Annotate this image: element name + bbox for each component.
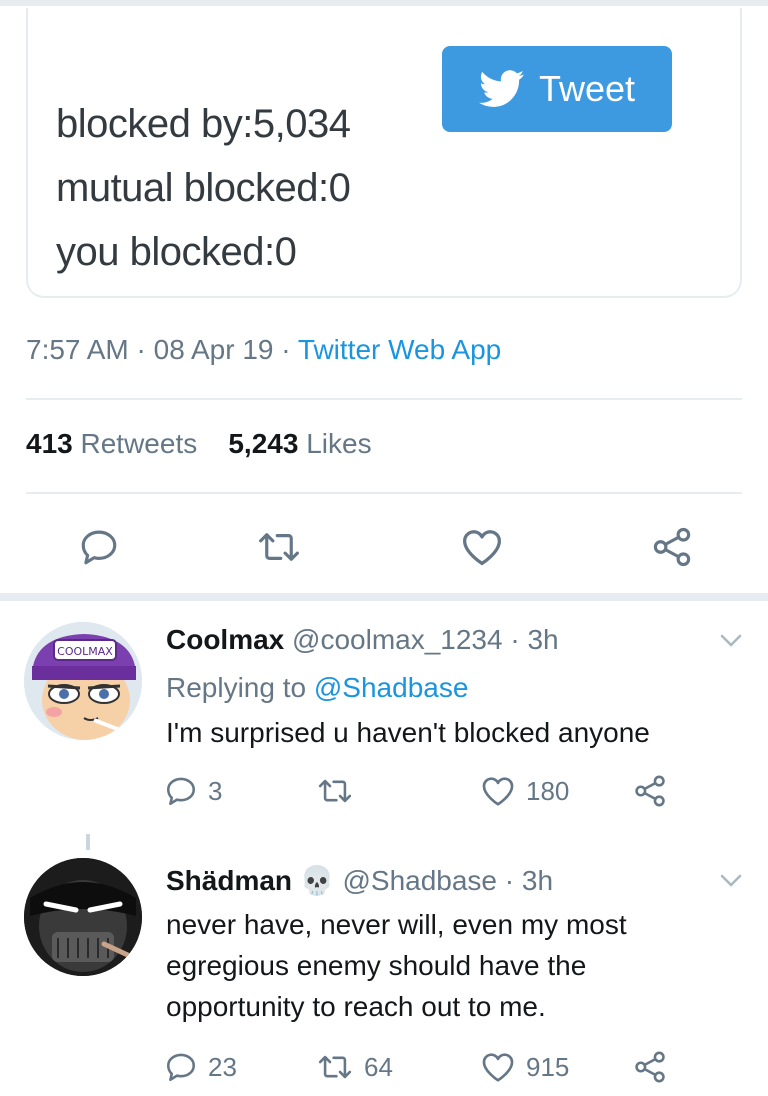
like-icon <box>463 530 501 566</box>
coolmax-avatar-image: COOLMAX <box>24 622 142 740</box>
like-count: 915 <box>526 1051 570 1082</box>
tweet-meta: 7:57 AM · 08 Apr 19 · Twitter Web App <box>26 334 501 366</box>
share-button[interactable] <box>650 526 694 568</box>
replying-to: Replying to @Shadbase <box>166 672 468 704</box>
likes-count: 5,243 <box>228 428 299 459</box>
share-icon <box>635 1051 665 1083</box>
retweets-stat[interactable]: 413 Retweets <box>26 428 197 459</box>
reply-text: never have, never will, even my most egr… <box>166 904 627 1027</box>
like-button[interactable]: 915 <box>480 1050 569 1084</box>
you-blocked-text: you blocked:0 <box>56 230 297 274</box>
display-name[interactable]: Shädman <box>166 865 292 896</box>
retweets-label: Retweets <box>80 428 198 459</box>
reply-icon <box>166 777 196 806</box>
reply-icon <box>81 530 117 565</box>
like-button[interactable] <box>460 526 504 568</box>
replying-to-label: Replying to <box>166 672 314 703</box>
avatar[interactable] <box>24 858 142 976</box>
tweet-time: 7:57 AM <box>26 334 129 365</box>
reply-header: Coolmax @coolmax_1234 · 3h <box>166 624 559 656</box>
like-button[interactable]: 180 <box>480 774 569 808</box>
tweet-date: 08 Apr 19 <box>153 334 274 365</box>
divider <box>26 398 742 400</box>
retweet-button[interactable] <box>316 774 364 808</box>
retweet-count: 64 <box>364 1051 393 1082</box>
reply-count: 3 <box>208 775 223 806</box>
retweet-icon <box>318 779 352 803</box>
share-button[interactable] <box>632 1050 668 1084</box>
reply-text: I'm surprised u haven't blocked anyone <box>166 717 650 748</box>
handle-and-time[interactable]: @Shadbase · 3h <box>342 865 553 896</box>
cap-text: COOLMAX <box>57 645 113 658</box>
reply-header: Shädman 💀 @Shadbase · 3h <box>166 864 553 897</box>
embedded-card[interactable]: blocked by:5,034 mutual blocked:0 you bl… <box>26 8 742 298</box>
chevron-down-icon[interactable] <box>720 874 742 888</box>
retweet-icon <box>318 1055 352 1079</box>
reply-button[interactable]: 23 <box>164 1050 237 1084</box>
mutual-blocked-text: mutual blocked:0 <box>56 166 351 210</box>
reply-text-line: egregious enemy should have the <box>166 950 587 981</box>
avatar[interactable]: COOLMAX <box>24 622 142 740</box>
like-icon <box>482 777 514 806</box>
blocked-by-text: blocked by:5,034 <box>56 102 351 146</box>
retweet-button[interactable]: 64 <box>316 1050 393 1084</box>
share-icon <box>635 775 665 807</box>
like-count: 180 <box>526 775 570 806</box>
reply-text-line: opportunity to reach out to me. <box>166 991 546 1022</box>
meta-separator: · <box>273 334 298 365</box>
handle-and-time[interactable]: @coolmax_1234 · 3h <box>292 624 559 655</box>
shadman-avatar-image <box>24 858 142 976</box>
like-icon <box>482 1053 514 1082</box>
reply-button[interactable]: 3 <box>164 774 222 808</box>
skull-icon: 💀 <box>299 865 335 896</box>
likes-label: Likes <box>306 428 372 459</box>
share-button[interactable] <box>632 774 668 808</box>
divider <box>26 492 742 494</box>
tweet-button-label: Tweet <box>538 68 636 109</box>
meta-separator: · <box>128 334 154 365</box>
replying-to-handle[interactable]: @Shadbase <box>314 672 469 703</box>
retweet-icon <box>259 533 299 561</box>
tweet-button[interactable]: Tweet <box>442 46 672 132</box>
likes-stat[interactable]: 5,243 Likes <box>228 428 371 459</box>
retweet-button[interactable] <box>256 526 302 568</box>
reply-text-line: never have, never will, even my most <box>166 909 627 940</box>
top-divider <box>0 0 768 6</box>
retweets-count: 413 <box>26 428 73 459</box>
source-app-link[interactable]: Twitter Web App <box>298 334 501 365</box>
share-icon <box>653 527 691 567</box>
reply-count: 23 <box>208 1051 237 1082</box>
tweet-stats: 413 Retweets 5,243 Likes <box>26 428 372 460</box>
chevron-down-icon[interactable] <box>720 634 742 648</box>
reply-icon <box>166 1053 196 1082</box>
section-divider <box>0 593 768 601</box>
display-name[interactable]: Coolmax <box>166 624 284 655</box>
reply-button[interactable] <box>78 526 120 568</box>
thread-connector <box>86 834 90 850</box>
twitter-bird-icon <box>478 70 525 107</box>
